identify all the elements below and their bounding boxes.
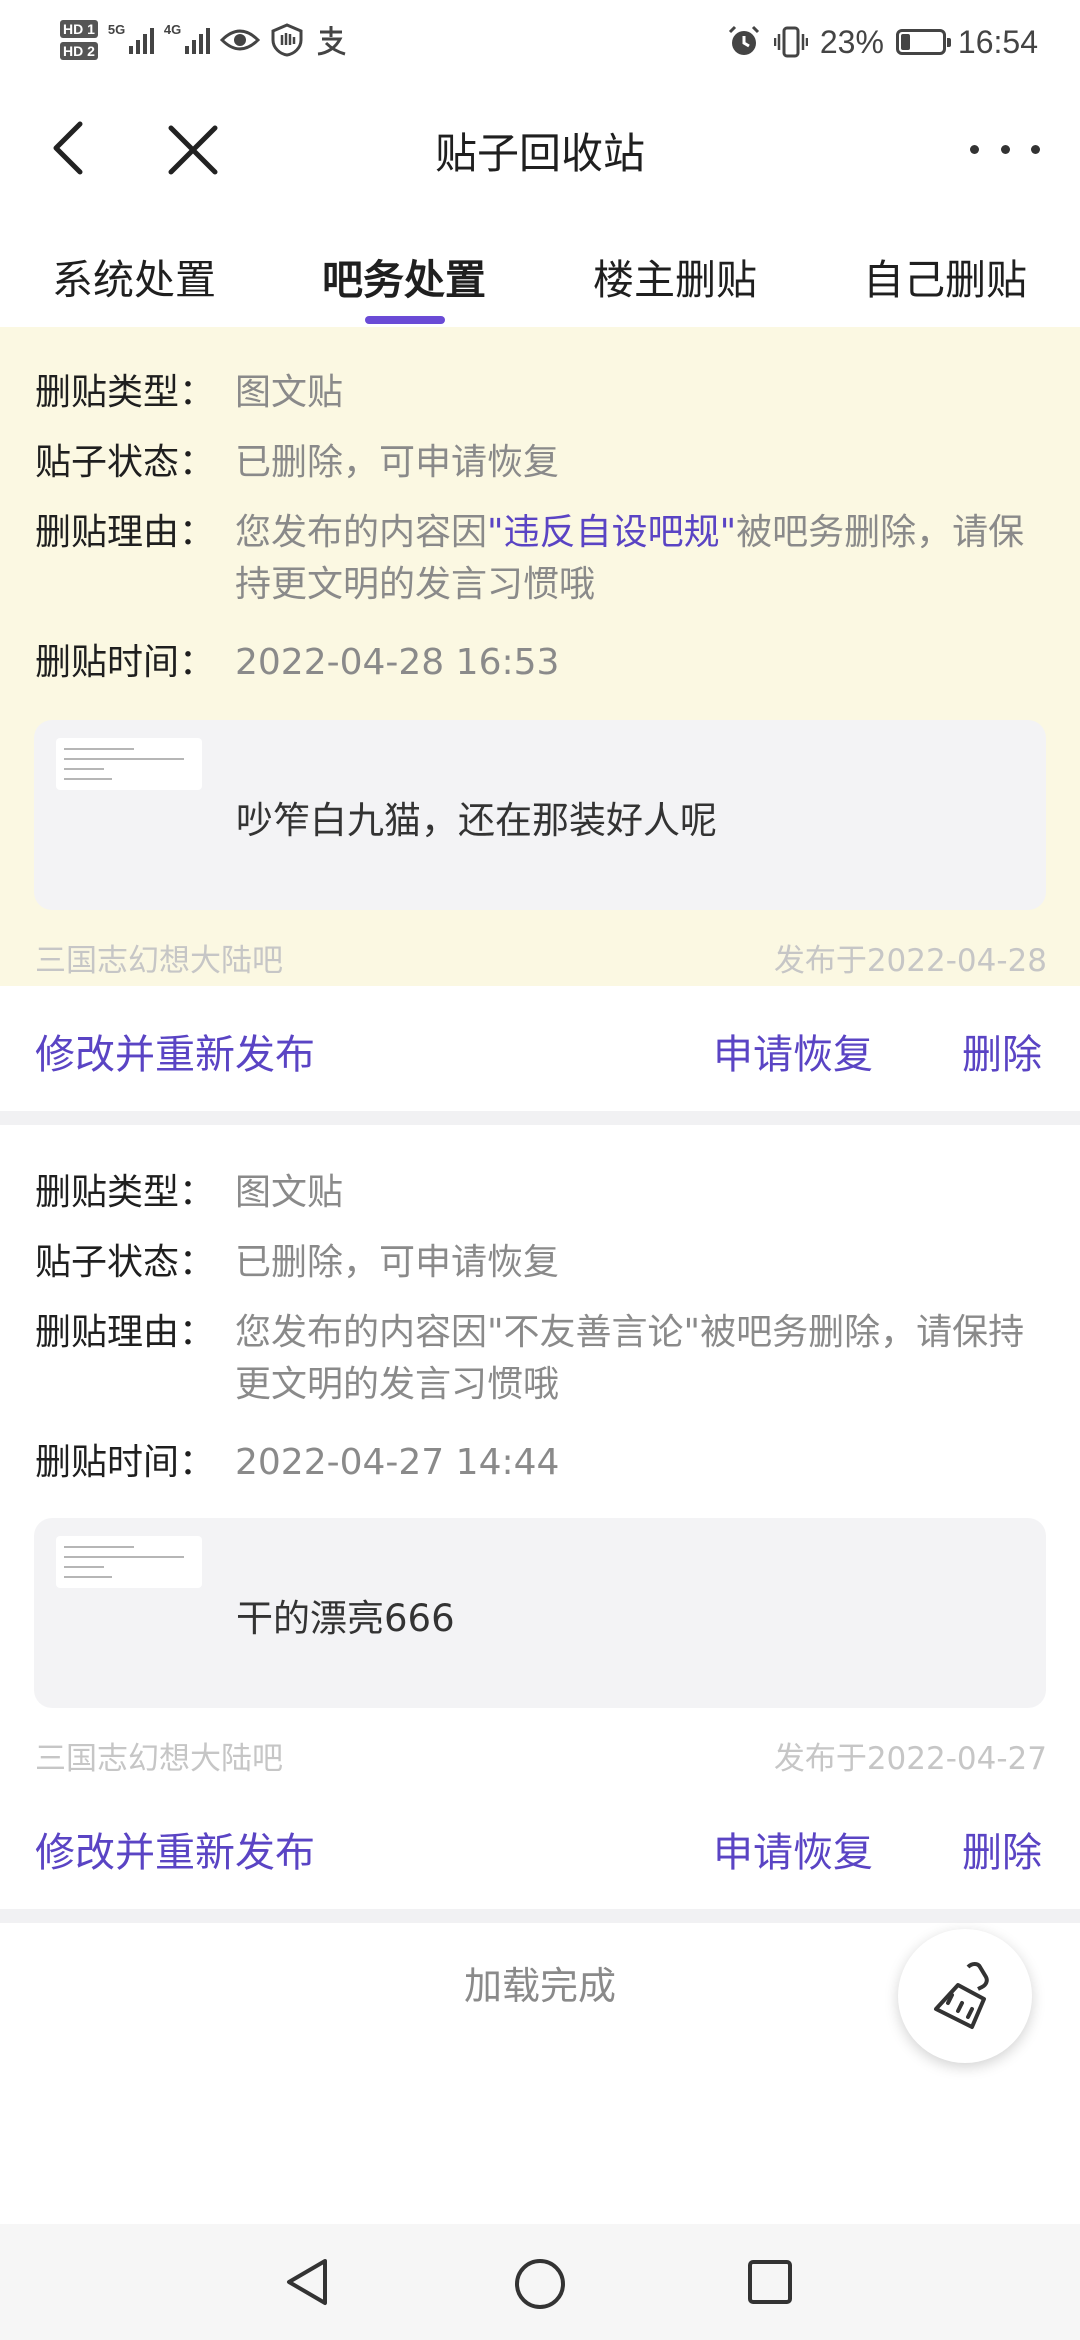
status-right: 23% 16:54 — [726, 18, 1038, 66]
title-bar: 贴子回收站 — [0, 82, 1080, 212]
nav-recent-apps-icon[interactable] — [746, 2258, 794, 2306]
tab-self-deleted[interactable]: 自己删贴 — [863, 246, 1027, 306]
post-preview[interactable]: 吵笮白九猫，还在那装好人呢 — [34, 720, 1046, 910]
sim-indicators: HD 1 HD 2 — [60, 20, 98, 60]
post-thumbnail — [56, 738, 202, 790]
post-meta: 三国志幻想大陆吧 发布于2022-04-28 — [35, 935, 1047, 980]
post-thumbnail — [56, 1536, 202, 1588]
deleted-post-card: 删贴类型： 图文贴 贴子状态： 已删除，可申请恢复 删贴理由： 您发布的内容因"… — [0, 1125, 1080, 1909]
system-nav-bar — [0, 2224, 1080, 2340]
vibrate-icon — [773, 26, 808, 58]
more-options-icon[interactable] — [970, 134, 1040, 164]
clock: 16:54 — [957, 23, 1038, 60]
tab-system[interactable]: 系统处置 — [52, 246, 216, 306]
forum-name: 三国志幻想大陆吧 — [35, 943, 283, 979]
alarm-icon — [728, 25, 759, 55]
delete-time-value: 2022-04-27 14:44 — [235, 1442, 560, 1483]
page-title: 贴子回收站 — [434, 129, 645, 178]
post-type-value: 图文贴 — [235, 1172, 344, 1213]
post-content: 吵笮白九猫，还在那装好人呢 — [236, 799, 717, 842]
delete-reason-row: 删贴理由： 您发布的内容因"不友善言论"被吧务删除，请保持更文明的发言习惯哦 — [35, 1307, 1045, 1411]
post-preview[interactable]: 干的漂亮666 — [34, 1518, 1046, 1708]
delete-time-row: 删贴时间： 2022-04-28 16:53 — [35, 637, 1045, 689]
sim2-badge: HD 2 — [60, 42, 98, 60]
active-tab-indicator — [365, 316, 445, 324]
signal-4g-icon: 4G — [164, 22, 210, 58]
post-type-value: 图文贴 — [235, 372, 344, 413]
post-status-value: 已删除，可申请恢复 — [235, 442, 560, 483]
eye-icon — [219, 29, 260, 51]
post-actions: 修改并重新发布 申请恢复 删除 — [0, 1784, 1080, 1909]
delete-button[interactable]: 删除 — [962, 1820, 1042, 1878]
battery-percent: 23% — [819, 23, 884, 60]
restore-request-button[interactable]: 申请恢复 — [713, 1022, 873, 1080]
post-type-row: 删贴类型： 图文贴 — [35, 1167, 1045, 1219]
nav-home-icon[interactable] — [513, 2257, 567, 2311]
shield-icon — [271, 23, 303, 57]
post-actions: 修改并重新发布 申请恢复 删除 — [0, 986, 1080, 1111]
post-status-row: 贴子状态： 已删除，可申请恢复 — [35, 1237, 1045, 1289]
sim1-badge: HD 1 — [60, 20, 98, 38]
battery-level — [900, 34, 910, 50]
tab-op-deleted[interactable]: 楼主删贴 — [593, 246, 757, 306]
restore-request-button[interactable]: 申请恢复 — [713, 1820, 873, 1878]
delete-reason-value: 您发布的内容因"不友善言论"被吧务删除，请保持更文明的发言习惯哦 — [235, 1312, 1025, 1405]
alipay-icon — [317, 26, 346, 56]
nav-back-icon[interactable] — [283, 2257, 333, 2307]
delete-time-value: 2022-04-28 16:53 — [235, 642, 560, 683]
edit-republish-button[interactable]: 修改并重新发布 — [35, 1820, 315, 1878]
post-content: 干的漂亮666 — [236, 1597, 455, 1640]
clean-up-button[interactable] — [898, 1929, 1032, 2063]
post-status-row: 贴子状态： 已删除，可申请恢复 — [35, 437, 1045, 489]
rule-link[interactable]: "违反自设吧规" — [487, 512, 736, 553]
publish-date: 发布于2022-04-27 — [773, 1741, 1047, 1777]
delete-button[interactable]: 删除 — [962, 1022, 1042, 1080]
broom-icon — [934, 1962, 989, 2029]
delete-reason-row: 删贴理由： 您发布的内容因"违反自设吧规"被吧务删除，请保持更文明的发言习惯哦 — [35, 507, 1045, 611]
delete-reason-value: 您发布的内容因"违反自设吧规"被吧务删除，请保持更文明的发言习惯哦 — [235, 512, 1025, 605]
card-divider — [0, 1909, 1080, 1923]
tab-bar: 系统处置 吧务处置 楼主删贴 自己删贴 — [0, 212, 1080, 327]
signal-5g-icon: 5G — [108, 22, 154, 58]
deleted-post-card: 删贴类型： 图文贴 贴子状态： 已删除，可申请恢复 删贴理由： 您发布的内容因"… — [0, 327, 1080, 1111]
battery-icon — [895, 29, 951, 55]
post-type-row: 删贴类型： 图文贴 — [35, 367, 1045, 419]
post-meta: 三国志幻想大陆吧 发布于2022-04-27 — [35, 1733, 1047, 1778]
publish-date: 发布于2022-04-28 — [773, 943, 1047, 979]
post-status-value: 已删除，可申请恢复 — [235, 1242, 560, 1283]
delete-time-row: 删贴时间： 2022-04-27 14:44 — [35, 1437, 1045, 1489]
status-left: HD 1 HD 2 5G 4G — [60, 10, 348, 70]
card-divider — [0, 1111, 1080, 1125]
edit-republish-button[interactable]: 修改并重新发布 — [35, 1022, 315, 1080]
status-bar: HD 1 HD 2 5G 4G 23% 16:54 — [0, 0, 1080, 82]
tab-forum-admin[interactable]: 吧务处置 — [322, 246, 486, 306]
forum-name: 三国志幻想大陆吧 — [35, 1741, 283, 1777]
